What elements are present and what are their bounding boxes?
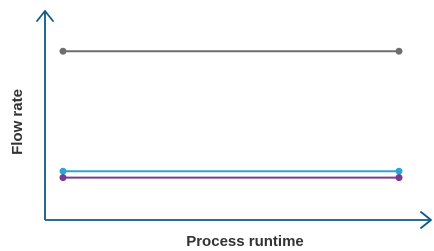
series-3-point-2	[395, 174, 403, 182]
line-chart: Process runtime Flow rate	[9, 10, 432, 250]
x-axis-title: Process runtime	[186, 233, 304, 250]
series-2-point-2	[395, 167, 403, 175]
y-axis-title: Flow rate	[9, 89, 26, 155]
series-layer	[59, 47, 403, 182]
series-1-point-2	[395, 47, 403, 55]
chart-container: Process runtime Flow rate	[0, 0, 434, 251]
series-3-point-1	[59, 174, 67, 182]
series-1-point-1	[59, 47, 67, 55]
series-2-point-1	[59, 167, 67, 175]
